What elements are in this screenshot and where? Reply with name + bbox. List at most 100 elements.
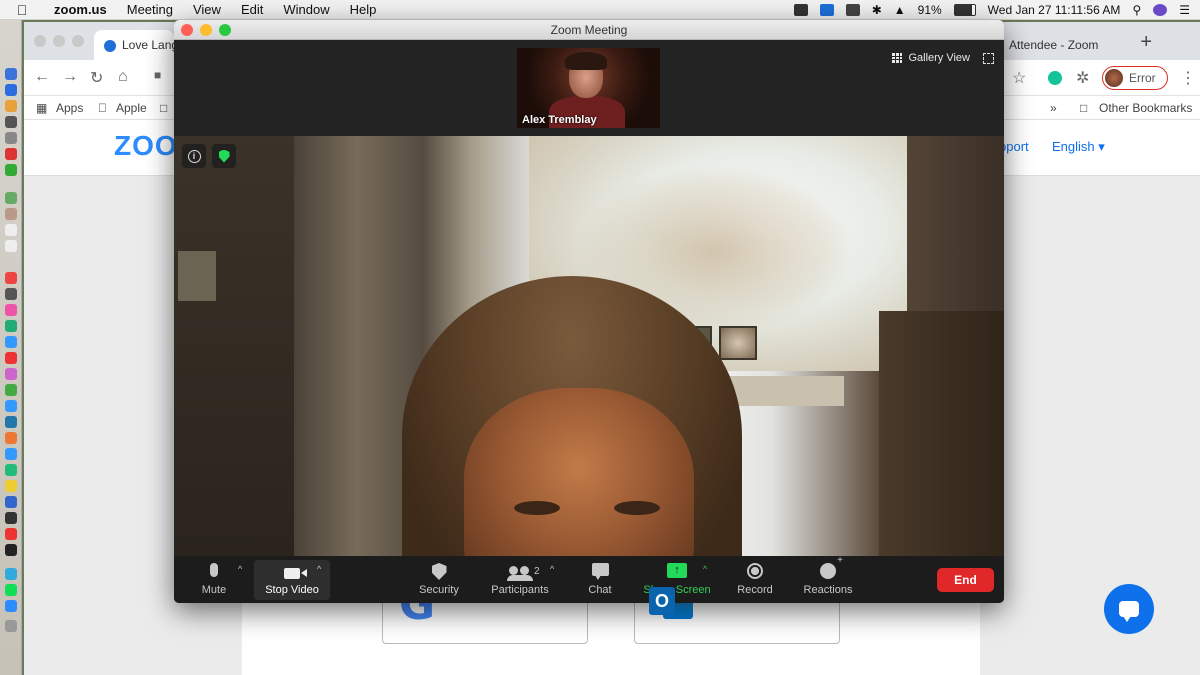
mute-label: Mute: [201, 584, 227, 596]
extensions-icon[interactable]: ✲: [1076, 68, 1089, 88]
gallery-view-button[interactable]: Gallery View: [892, 52, 970, 64]
menu-view[interactable]: View: [183, 2, 231, 17]
apple-icon: : [98, 101, 107, 115]
folder-icon[interactable]: □: [160, 101, 167, 115]
dock-app-icon[interactable]: [5, 416, 17, 428]
grammarly-icon[interactable]: [1048, 71, 1062, 85]
bluetooth-icon[interactable]: ✱: [872, 3, 882, 17]
zoom-titlebar[interactable]: Zoom Meeting: [174, 20, 1004, 40]
control-center-icon[interactable]: ☰: [1179, 3, 1190, 17]
window-controls: [181, 24, 231, 36]
back-icon[interactable]: ←: [34, 68, 50, 86]
dock-app-icon[interactable]: [5, 208, 17, 220]
other-bookmarks[interactable]: Other Bookmarks: [1099, 101, 1192, 115]
forward-icon[interactable]: →: [62, 68, 78, 86]
dock-app-icon[interactable]: [5, 132, 17, 144]
dock-app-icon[interactable]: [5, 432, 17, 444]
dock-app-icon[interactable]: [5, 192, 17, 204]
new-tab-button[interactable]: +: [1140, 31, 1152, 54]
dock-app-icon[interactable]: [5, 568, 17, 580]
audio-options-caret[interactable]: ^: [238, 564, 242, 574]
zoom-icon[interactable]: [72, 35, 84, 47]
apps-grid-icon[interactable]: ▦: [36, 101, 47, 115]
five-app-icon[interactable]: [845, 4, 860, 16]
dock-app-icon[interactable]: [5, 148, 17, 160]
dock-app-icon[interactable]: [5, 544, 17, 556]
menu-window[interactable]: Window: [273, 2, 339, 17]
dock-app-icon[interactable]: [5, 320, 17, 332]
spotlight-search-icon[interactable]: ⚲: [1132, 3, 1141, 17]
bookmark-apple[interactable]: Apple: [116, 101, 147, 115]
video-options-caret[interactable]: ^: [317, 564, 321, 574]
dock-app-icon[interactable]: [5, 584, 17, 596]
support-chat-button[interactable]: [1104, 584, 1154, 634]
wifi-icon[interactable]: ▲: [894, 3, 906, 17]
participants-options-caret[interactable]: ^: [550, 564, 554, 574]
dock-app-icon[interactable]: [5, 528, 17, 540]
dock-app-icon[interactable]: [5, 384, 17, 396]
dock-app-icon[interactable]: [5, 368, 17, 380]
star-icon[interactable]: ☆: [1012, 68, 1026, 88]
zoom-icon[interactable]: [219, 24, 231, 36]
profile-button[interactable]: Error: [1102, 66, 1168, 90]
dock-app-icon[interactable]: [5, 496, 17, 508]
dock-app-icon[interactable]: [5, 68, 17, 80]
dock-app-icon[interactable]: [5, 480, 17, 492]
participant-thumbnail[interactable]: Alex Tremblay: [517, 48, 660, 128]
dock-app-icon[interactable]: [5, 512, 17, 524]
bookmarks-overflow[interactable]: »: [1050, 101, 1057, 115]
siri-icon[interactable]: [1153, 4, 1168, 16]
battery-icon[interactable]: [953, 4, 976, 16]
minimize-icon[interactable]: [200, 24, 212, 36]
menu-app-name[interactable]: zoom.us: [44, 2, 117, 17]
dock-app-icon[interactable]: [5, 304, 17, 316]
reload-icon[interactable]: ↻: [90, 68, 103, 88]
dock-app-icon[interactable]: [5, 464, 17, 476]
dock-app-icon[interactable]: [5, 84, 17, 96]
trash-icon[interactable]: [5, 620, 17, 632]
menu-edit[interactable]: Edit: [231, 2, 273, 17]
dock-app-icon[interactable]: [5, 240, 17, 252]
mute-button[interactable]: Mute: [196, 560, 232, 600]
meeting-info-button[interactable]: i: [182, 144, 206, 168]
tab-love-lang[interactable]: Love Lang: [94, 30, 174, 60]
reactions-button[interactable]: Reactions: [800, 555, 856, 600]
clock[interactable]: Wed Jan 27 11:11:56 AM: [988, 3, 1121, 17]
close-icon[interactable]: [181, 24, 193, 36]
dock-app-icon[interactable]: [5, 336, 17, 348]
dock-app-icon[interactable]: [5, 100, 17, 112]
info-icon: i: [187, 149, 201, 163]
close-icon[interactable]: [34, 35, 46, 47]
zoom-logo[interactable]: ZOO: [114, 130, 178, 162]
apple-menu-icon[interactable]: : [0, 2, 44, 18]
skype-icon[interactable]: [819, 4, 834, 16]
dock-app-icon[interactable]: [5, 116, 17, 128]
home-icon[interactable]: ⌂: [118, 68, 128, 86]
record-label: Record: [737, 584, 773, 596]
dock-app-icon[interactable]: [5, 400, 17, 412]
dock-app-icon[interactable]: [5, 288, 17, 300]
participants-button[interactable]: 2 Participants: [488, 560, 552, 600]
chat-button[interactable]: Chat: [582, 560, 618, 600]
dock-app-icon[interactable]: [5, 164, 17, 176]
minimize-icon[interactable]: [53, 35, 65, 47]
lock-icon: ■: [154, 68, 162, 82]
dock-app-icon[interactable]: [5, 352, 17, 364]
share-options-caret[interactable]: ^: [703, 564, 707, 574]
dock-app-icon[interactable]: [5, 224, 17, 236]
tab-attendee-zoom[interactable]: Attendee - Zoom: [999, 30, 1109, 60]
dock-app-icon[interactable]: [5, 272, 17, 284]
menu-help[interactable]: Help: [340, 2, 387, 17]
dock-app-icon[interactable]: [5, 600, 17, 612]
record-button[interactable]: Record: [734, 560, 776, 600]
security-button[interactable]: Security: [414, 560, 464, 600]
camera-status-icon[interactable]: [793, 4, 808, 16]
dock-app-icon[interactable]: [5, 448, 17, 460]
end-meeting-button[interactable]: End: [937, 568, 994, 592]
language-selector[interactable]: English ▾: [1052, 139, 1105, 155]
bookmark-apps[interactable]: Apps: [56, 101, 83, 115]
fullscreen-icon[interactable]: [983, 53, 994, 64]
encryption-badge[interactable]: [212, 144, 236, 168]
more-menu-icon[interactable]: ⋮: [1180, 68, 1196, 88]
menu-meeting[interactable]: Meeting: [117, 2, 183, 17]
